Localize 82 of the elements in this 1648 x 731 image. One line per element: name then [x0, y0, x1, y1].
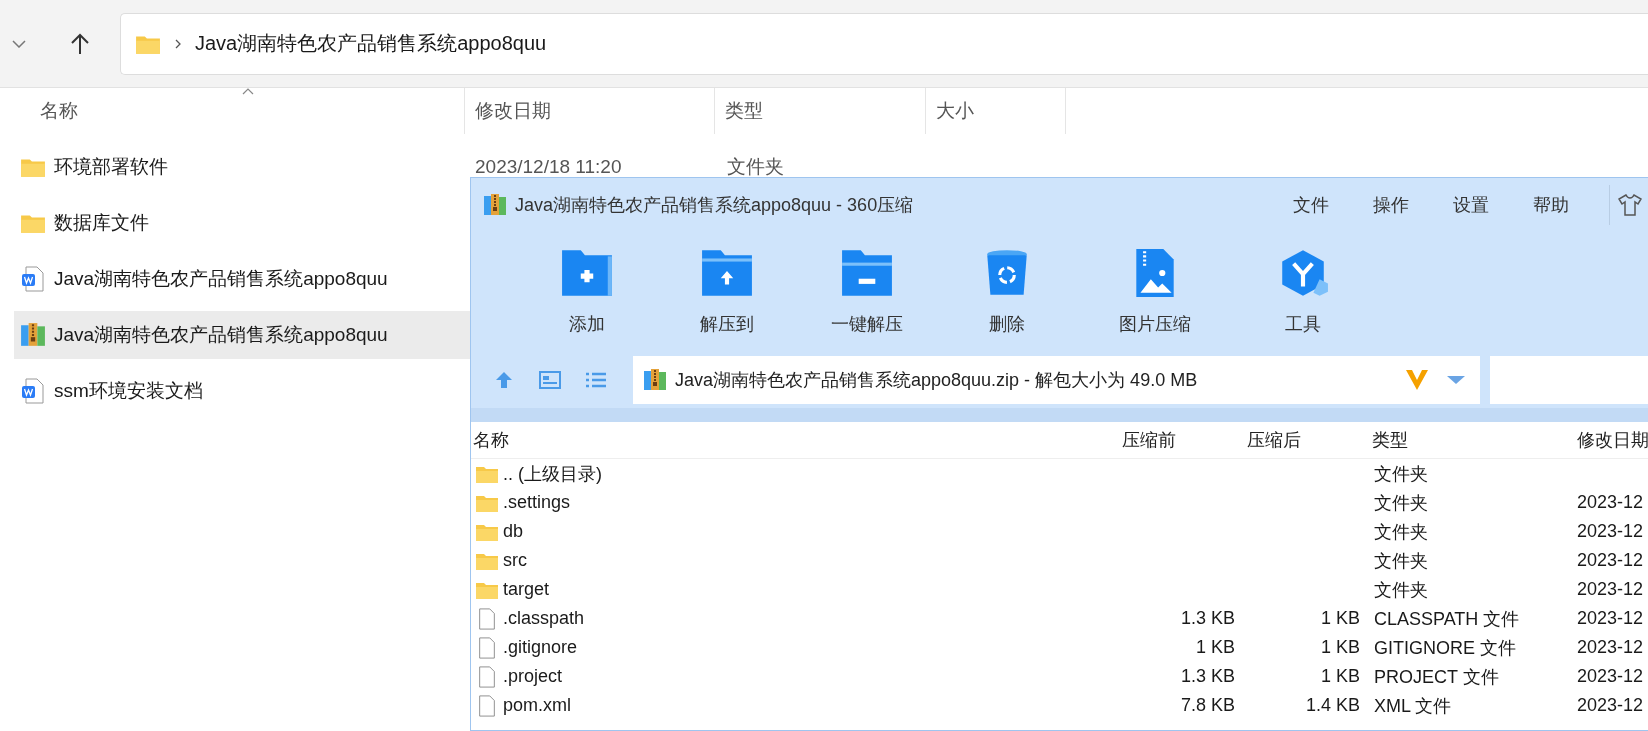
toolbar-button[interactable]: 一键解压 [797, 232, 937, 352]
column-header[interactable]: 类型 [725, 98, 763, 124]
date-text: 2023-12 [1577, 666, 1644, 687]
path-field[interactable]: Java湖南特色农产品销售系统appo8quu.zip - 解包大小为 49.0 MB [633, 356, 1480, 404]
shirt-icon[interactable] [1618, 194, 1642, 216]
column-header[interactable]: 类型 [1366, 428, 1571, 452]
file-name[interactable]: pom.xml [503, 695, 571, 716]
menu-item[interactable]: 设置 [1453, 193, 1489, 217]
date-text: 2023-12 [1577, 637, 1644, 658]
size-text: 1 KB [1320, 666, 1360, 687]
file-name[interactable]: .gitignore [503, 637, 578, 658]
size-text: 1.3 KB [1180, 666, 1235, 687]
date-text: 2023-12 [1577, 550, 1644, 571]
type-text: 文件夹 [727, 155, 784, 179]
archive-icon [483, 193, 507, 217]
column-header[interactable]: 修改日期 [1571, 428, 1648, 452]
type-text: XML 文件 [1374, 694, 1452, 718]
file-name[interactable]: src [503, 550, 527, 571]
toolbar-button[interactable]: 工具 [1233, 232, 1373, 352]
archive-icon [20, 322, 46, 348]
column-header[interactable]: 名称 [40, 98, 78, 124]
menu-item[interactable]: 操作 [1373, 193, 1409, 217]
file-item[interactable]: 数据库文件 [14, 199, 470, 247]
address-bar[interactable]: Java湖南特色农产品销售系统appo8quu [120, 12, 1648, 75]
date-text: 2023-12 [1577, 579, 1644, 600]
column-header[interactable]: 名称 [471, 428, 1116, 452]
search-field[interactable] [1490, 356, 1648, 404]
type-text: 文件夹 [1374, 491, 1428, 515]
file-name[interactable]: .classpath [503, 608, 585, 629]
file-item[interactable]: Java湖南特色农产品销售系统appo8quu [14, 311, 470, 359]
list-view-icon[interactable] [585, 370, 607, 390]
type-text: GITIGNORE 文件 [1374, 636, 1516, 660]
date-text: 2023/12/18 11:20 [475, 156, 622, 178]
date-text: 2023-12 [1577, 608, 1644, 629]
column-header[interactable]: 压缩前 [1116, 428, 1241, 452]
size-text: 1 KB [1320, 637, 1360, 658]
type-text: PROJECT 文件 [1374, 665, 1499, 689]
file-item[interactable]: Java湖南特色农产品销售系统appo8quu [14, 255, 470, 303]
date-text: 2023-12 [1577, 521, 1644, 542]
thumbnail-view-icon[interactable] [539, 370, 561, 390]
size-text: 1.3 KB [1180, 608, 1235, 629]
document-icon [20, 266, 46, 292]
toolbar-button[interactable]: 添加 [517, 232, 657, 352]
file-name[interactable]: target [503, 579, 550, 600]
chevron-down-icon[interactable] [12, 39, 26, 48]
size-text: 7.8 KB [1180, 695, 1235, 716]
file-item[interactable]: ssm环境安装文档 [14, 367, 470, 415]
date-text: 2023-12 [1577, 492, 1644, 513]
type-text: 文件夹 [1374, 462, 1428, 486]
document-icon [20, 378, 46, 404]
file-name[interactable]: .settings [503, 492, 571, 513]
size-text: 1.4 KB [1305, 695, 1360, 716]
file-name[interactable]: .. (上级目录) [503, 461, 602, 486]
column-header[interactable]: 大小 [936, 98, 974, 124]
menu-item[interactable]: 文件 [1293, 193, 1329, 217]
size-text: 1 KB [1195, 637, 1235, 658]
folder-plus-icon [560, 248, 614, 298]
archive-icon [643, 368, 667, 392]
folder-upload-icon [700, 248, 754, 298]
file-name[interactable]: .project [503, 666, 563, 687]
toolbar-button[interactable]: 删除 [937, 232, 1077, 352]
sort-caret-icon [242, 88, 254, 95]
date-text: 2023-12 [1577, 695, 1644, 716]
v-mark-icon[interactable] [1404, 368, 1430, 392]
menu-item[interactable]: 帮助 [1533, 193, 1569, 217]
toolbar-button[interactable]: 解压到 [657, 232, 797, 352]
type-text: 文件夹 [1374, 549, 1428, 573]
file-item[interactable]: 环境部署软件 [14, 143, 470, 191]
column-header[interactable]: 修改日期 [475, 98, 551, 124]
column-header[interactable]: 压缩后 [1241, 428, 1366, 452]
up-arrow-icon[interactable] [70, 32, 90, 55]
type-text: 文件夹 [1374, 578, 1428, 602]
file-name[interactable]: db [503, 521, 524, 542]
chevron-right-icon [175, 38, 181, 49]
toolbar-button[interactable]: 图片压缩 [1077, 232, 1233, 352]
window-title: Java湖南特色农产品销售系统appo8quu - 360压缩 [515, 194, 914, 217]
path-text: Java湖南特色农产品销售系统appo8quu [195, 31, 547, 56]
dropdown-arrow-icon[interactable] [1446, 375, 1466, 385]
type-text: CLASSPATH 文件 [1374, 607, 1520, 631]
folder-minus-icon [840, 248, 894, 298]
size-text: 1 KB [1320, 608, 1360, 629]
type-text: 文件夹 [1374, 520, 1428, 544]
